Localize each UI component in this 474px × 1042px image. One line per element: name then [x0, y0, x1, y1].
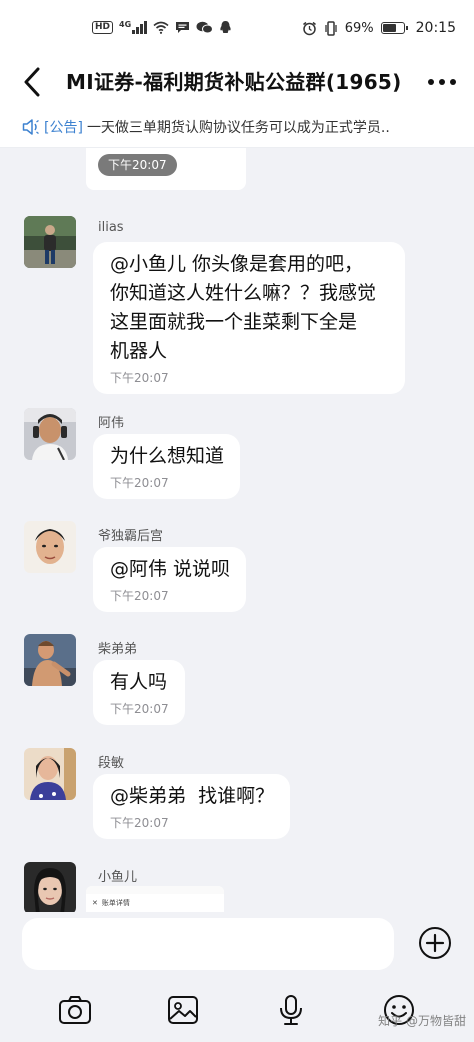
avatar[interactable] — [24, 408, 76, 460]
screenshot-title: 账单详情 — [101, 899, 130, 907]
message-bubble[interactable]: @小鱼儿 你头像是套用的吧， 你知道这人姓什么嘛？？我感觉 这里面就我一个韭菜剩… — [93, 242, 405, 394]
status-left: HD 4G — [92, 20, 232, 34]
avatar-image-icon — [24, 521, 76, 573]
group-notice-bar[interactable]: [公告] 一天做三单期货认购协议任务可以成为正式学员.. — [0, 106, 474, 148]
chat-title: MI证券-福利期货补贴公益群(1965) — [66, 70, 402, 94]
camera-icon — [59, 996, 91, 1024]
message-bubble[interactable]: @柴弟弟 找谁啊？ 下午20:07 — [93, 774, 291, 839]
message-input[interactable] — [22, 918, 394, 970]
avatar[interactable] — [24, 748, 76, 800]
message-time: 下午20:07 — [110, 371, 169, 385]
image-message[interactable]: ✕ 账单详情 — [86, 886, 224, 912]
chevron-left-icon — [24, 67, 40, 97]
wechat-icon — [196, 21, 213, 33]
avatar-image-icon — [24, 862, 76, 912]
battery-percent: 69% — [344, 20, 374, 36]
message-text: @阿伟 说说呗 — [110, 558, 231, 580]
microphone-icon — [280, 995, 302, 1025]
message-time: 下午20:07 — [110, 589, 169, 603]
plus-circle-icon[interactable] — [418, 926, 452, 960]
cellular-signal: 4G — [119, 19, 147, 34]
network-type: 4G — [119, 19, 132, 29]
message-time: 下午20:07 — [110, 702, 169, 716]
notice-tag: [公告] — [44, 119, 83, 136]
clock-time: 20:15 — [415, 20, 456, 36]
avatar[interactable] — [24, 634, 76, 686]
image-icon — [168, 996, 198, 1024]
wifi-icon — [153, 21, 169, 34]
sender-name: 小鱼儿 — [98, 870, 138, 885]
message-text: @小鱼儿 你头像是套用的吧， 你知道这人姓什么嘛？？我感觉 这里面就我一个韭菜剩… — [110, 253, 377, 362]
avatar-image-icon — [24, 216, 76, 268]
sender-name: 柴弟弟 — [98, 642, 138, 657]
battery-icon — [380, 22, 408, 34]
avatar-image-icon — [24, 748, 76, 800]
chat-header: MI证券-福利期货补贴公益群(1965) — [0, 58, 474, 106]
sender-name: 段敏 — [98, 756, 125, 771]
message-list[interactable]: 下午20:07 ilias @小鱼儿 你头像是套用的吧， 你知道这人姓什么嘛？？… — [0, 148, 474, 912]
screenshot-header: ✕ 账单详情 — [86, 894, 224, 912]
back-button[interactable] — [14, 64, 50, 100]
more-options-button[interactable] — [422, 68, 462, 96]
voice-button[interactable] — [273, 992, 309, 1028]
message-bubble[interactable]: 有人吗 下午20:07 — [93, 660, 185, 725]
more-dot-icon — [428, 79, 434, 85]
qq-icon — [220, 21, 231, 34]
avatar[interactable] — [24, 862, 76, 912]
more-dot-icon — [450, 79, 456, 85]
message-time: 下午20:07 — [110, 816, 169, 830]
input-bar: 知乎 @万物皆甜 — [0, 912, 474, 1042]
previous-message-time: 下午20:07 — [98, 154, 177, 176]
sender-name: 爷独霸后宫 — [98, 529, 164, 544]
camera-button[interactable] — [57, 992, 93, 1028]
avatar-image-icon — [24, 634, 76, 686]
watermark: 知乎 @万物皆甜 — [378, 1014, 466, 1028]
message-bubble[interactable]: 为什么想知道 下午20:07 — [93, 434, 241, 499]
screenshot-statusbar — [86, 886, 224, 894]
notice-text: 一天做三单期货认购协议任务可以成为正式学员.. — [86, 119, 390, 136]
message-icon — [175, 21, 189, 33]
alarm-icon — [302, 21, 316, 35]
close-icon: ✕ — [92, 899, 98, 907]
vibrate-icon — [325, 20, 337, 36]
avatar[interactable] — [24, 521, 76, 573]
avatar[interactable] — [24, 216, 76, 268]
sender-name: 阿伟 — [98, 416, 125, 431]
speaker-icon — [22, 118, 39, 135]
status-right: 69% 20:15 — [302, 20, 456, 36]
signal-bars-icon — [132, 20, 147, 34]
avatar-image-icon — [24, 408, 76, 460]
status-bar: HD 4G 69% 20:15 — [0, 0, 474, 58]
message-text: 有人吗 — [110, 671, 168, 693]
sender-name: ilias — [98, 220, 124, 235]
more-dot-icon — [439, 79, 445, 85]
gallery-button[interactable] — [165, 992, 201, 1028]
message-text: @柴弟弟 找谁啊？ — [110, 785, 275, 807]
hd-badge: HD — [92, 20, 114, 34]
message-bubble[interactable]: @阿伟 说说呗 下午20:07 — [93, 547, 247, 612]
message-text: 为什么想知道 — [110, 445, 225, 467]
battery-fill — [382, 24, 396, 32]
message-time: 下午20:07 — [110, 476, 169, 490]
